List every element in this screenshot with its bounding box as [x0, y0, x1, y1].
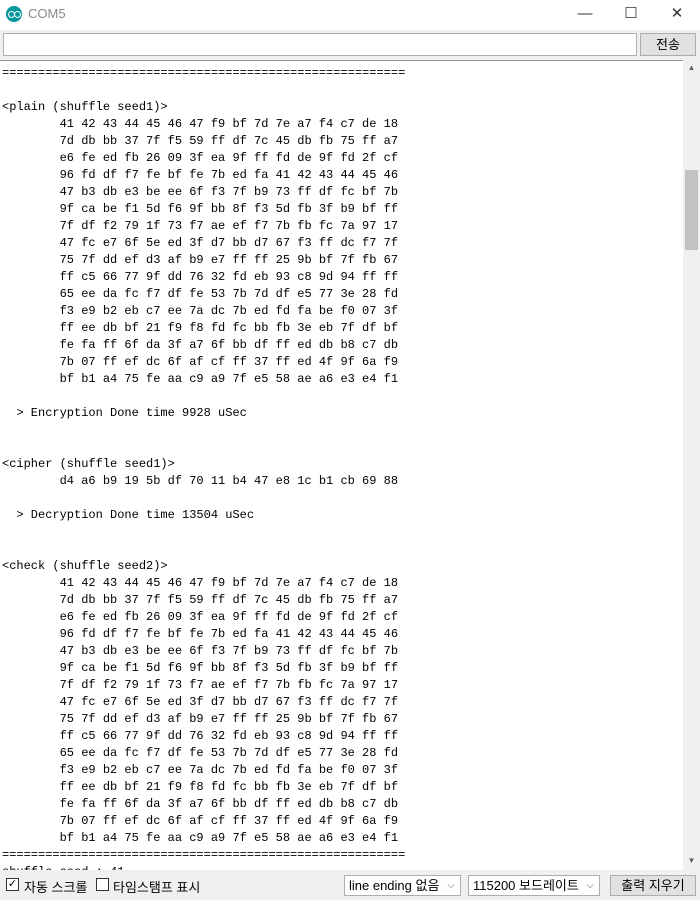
output-line: 9f ca be f1 5d f6 9f bb 8f f3 5d fb 3f b…: [2, 202, 399, 216]
maximize-icon[interactable]: ☐: [608, 0, 654, 30]
minimize-icon[interactable]: —: [562, 0, 608, 30]
arduino-logo-icon: [6, 6, 22, 22]
chevron-down-icon: ⌵: [586, 880, 594, 891]
output-line: 41 42 43 44 45 46 47 f9 bf 7d 7e a7 f4 c…: [2, 117, 399, 131]
output-line: 75 7f dd ef d3 af b9 e7 ff ff 25 9b bf 7…: [2, 253, 399, 267]
output-line: 47 fc e7 6f 5e ed 3f d7 bb d7 67 f3 ff d…: [2, 695, 399, 709]
output-line: e6 fe ed fb 26 09 3f ea 9f ff fd de 9f f…: [2, 151, 399, 165]
baud-rate-select[interactable]: 115200 보드레이트 ⌵: [468, 875, 600, 896]
output-line: 65 ee da fc f7 df fe 53 7b 7d df e5 77 3…: [2, 746, 399, 760]
scroll-up-icon[interactable]: ▲: [683, 63, 700, 72]
output-line: 7d db bb 37 7f f5 59 ff df 7c 45 db fb 7…: [2, 593, 399, 607]
output-line: 47 fc e7 6f 5e ed 3f d7 bb d7 67 f3 ff d…: [2, 236, 399, 250]
output-line: 96 fd df f7 fe bf fe 7b ed fa 41 42 43 4…: [2, 168, 399, 182]
output-line: f3 e9 b2 eb c7 ee 7a dc 7b ed fd fa be f…: [2, 763, 399, 777]
output-line: <cipher (shuffle seed1)>: [2, 457, 175, 471]
output-line: 47 b3 db e3 be ee 6f f3 7f b9 73 ff df f…: [2, 644, 399, 658]
output-line: bf b1 a4 75 fe aa c9 a9 7f e5 58 ae a6 e…: [2, 831, 399, 845]
output-line: > Decryption Done time 13504 uSec: [2, 508, 255, 522]
output-line: > Encryption Done time 9928 uSec: [2, 406, 247, 420]
send-button[interactable]: 전송: [640, 33, 696, 56]
output-line: ff ee db bf 21 f9 f8 fd fc bb fb 3e eb 7…: [2, 780, 399, 794]
line-ending-value: line ending 없음: [349, 878, 440, 893]
baud-rate-value: 115200 보드레이트: [473, 878, 579, 893]
output-line: 65 ee da fc f7 df fe 53 7b 7d df e5 77 3…: [2, 287, 399, 301]
line-ending-select[interactable]: line ending 없음 ⌵: [344, 875, 461, 896]
vertical-scrollbar[interactable]: ▲ ▼: [683, 60, 700, 870]
timestamp-checkbox[interactable]: [96, 878, 109, 891]
check-icon: ✓: [7, 878, 18, 890]
serial-output[interactable]: ========================================…: [0, 60, 683, 870]
output-line: <plain (shuffle seed1)>: [2, 100, 168, 114]
output-line: d4 a6 b9 19 5b df 70 11 b4 47 e8 1c b1 c…: [2, 474, 399, 488]
output-line: <check (shuffle seed2)>: [2, 559, 168, 573]
send-bar: 전송: [0, 30, 700, 60]
output-line: ff c5 66 77 9f dd 76 32 fd eb 93 c8 9d 9…: [2, 270, 399, 284]
window-title: COM5: [28, 6, 66, 21]
output-line: ========================================…: [2, 66, 406, 80]
output-line: 41 42 43 44 45 46 47 f9 bf 7d 7e a7 f4 c…: [2, 576, 399, 590]
output-line: ff ee db bf 21 f9 f8 fd fc bb fb 3e eb 7…: [2, 321, 399, 335]
output-line: fe fa ff 6f da 3f a7 6f bb df ff ed db b…: [2, 797, 399, 811]
scroll-down-icon[interactable]: ▼: [683, 856, 700, 865]
close-icon[interactable]: ✕: [654, 0, 700, 30]
autoscroll-label: 자동 스크롤: [24, 880, 88, 895]
output-line: ========================================…: [2, 848, 406, 862]
autoscroll-checkbox[interactable]: ✓: [6, 878, 19, 891]
send-input[interactable]: [3, 33, 637, 56]
output-lines: ========================================…: [2, 65, 405, 870]
output-line: bf b1 a4 75 fe aa c9 a9 7f e5 58 ae a6 e…: [2, 372, 399, 386]
timestamp-label: 타임스탬프 표시: [113, 880, 201, 895]
clear-output-button[interactable]: 출력 지우기: [610, 875, 696, 896]
output-line: e6 fe ed fb 26 09 3f ea 9f ff fd de 9f f…: [2, 610, 399, 624]
title-bar: COM5 — ☐ ✕: [0, 0, 700, 30]
output-line: 7b 07 ff ef dc 6f af cf ff 37 ff ed 4f 9…: [2, 814, 399, 828]
output-line: 7d db bb 37 7f f5 59 ff df 7c 45 db fb 7…: [2, 134, 399, 148]
output-line: ff c5 66 77 9f dd 76 32 fd eb 93 c8 9d 9…: [2, 729, 399, 743]
output-line: 96 fd df f7 fe bf fe 7b ed fa 41 42 43 4…: [2, 627, 399, 641]
footer-bar: ✓ 자동 스크롤 타임스탬프 표시 line ending 없음 ⌵ 115200…: [0, 870, 700, 900]
output-line: fe fa ff 6f da 3f a7 6f bb df ff ed db b…: [2, 338, 399, 352]
output-line: 7b 07 ff ef dc 6f af cf ff 37 ff ed 4f 9…: [2, 355, 399, 369]
output-line: f3 e9 b2 eb c7 ee 7a dc 7b ed fd fa be f…: [2, 304, 399, 318]
output-line: 7f df f2 79 1f 73 f7 ae ef f7 7b fb fc 7…: [2, 678, 399, 692]
output-line: 7f df f2 79 1f 73 f7 ae ef f7 7b fb fc 7…: [2, 219, 399, 233]
output-line: 75 7f dd ef d3 af b9 e7 ff ff 25 9b bf 7…: [2, 712, 399, 726]
scrollbar-thumb[interactable]: [685, 170, 698, 250]
output-line: 9f ca be f1 5d f6 9f bb 8f f3 5d fb 3f b…: [2, 661, 399, 675]
chevron-down-icon: ⌵: [447, 880, 455, 891]
output-line: 47 b3 db e3 be ee 6f f3 7f b9 73 ff df f…: [2, 185, 399, 199]
